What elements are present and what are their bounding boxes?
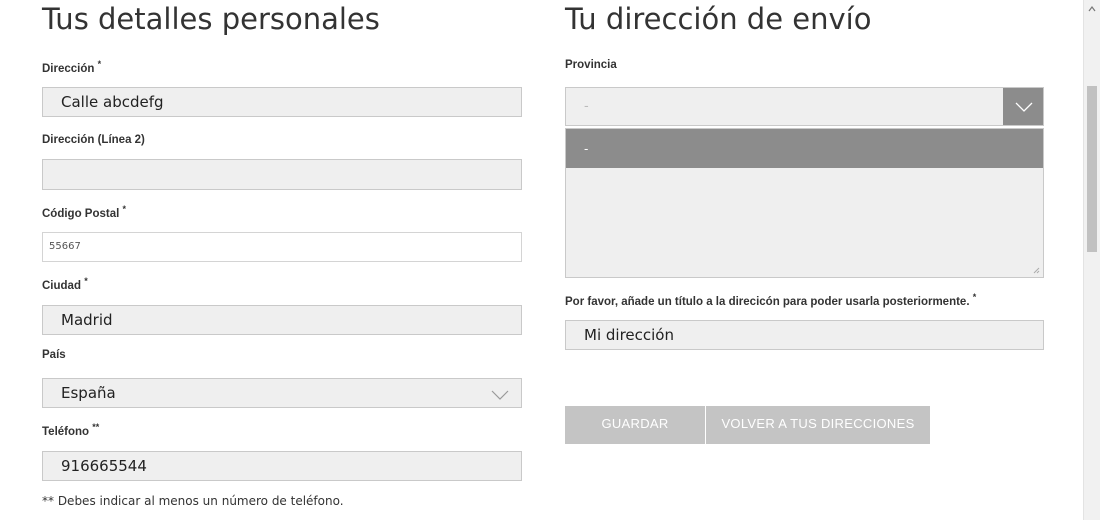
province-select[interactable]: - bbox=[565, 87, 1044, 126]
phone-input[interactable]: 916665544 bbox=[42, 451, 522, 481]
address-title-label-text: Por favor, añade un título a la direcicó… bbox=[565, 295, 970, 308]
phone-label-text: Teléfono bbox=[42, 425, 90, 438]
address-title-label: Por favor, añade un título a la direcicó… bbox=[565, 292, 976, 308]
postal-code-label-text: Código Postal bbox=[42, 207, 120, 220]
address-title-input[interactable]: Mi dirección bbox=[565, 320, 1044, 350]
scroll-up-icon[interactable] bbox=[1088, 6, 1096, 12]
back-to-addresses-button[interactable]: VOLVER A TUS DIRECCIONES bbox=[706, 406, 930, 444]
province-dropdown-list[interactable]: - bbox=[565, 128, 1044, 278]
phone-note: ** Debes indicar al menos un número de t… bbox=[42, 494, 344, 508]
resize-grip-icon[interactable] bbox=[1033, 267, 1040, 274]
province-selected-value: - bbox=[584, 99, 589, 114]
required-mark: * bbox=[97, 59, 102, 69]
personal-details-title: Tus detalles personales bbox=[42, 2, 380, 36]
postal-code-label: Código Postal * bbox=[42, 204, 126, 220]
phone-label: Teléfono ** bbox=[42, 422, 99, 438]
address2-label: Dirección (Línea 2) bbox=[42, 134, 145, 146]
chevron-down-icon bbox=[1015, 102, 1033, 112]
shipping-address-title: Tu dirección de envío bbox=[565, 2, 872, 36]
chevron-down-icon bbox=[491, 390, 509, 400]
required-mark: * bbox=[972, 292, 977, 302]
address2-input[interactable] bbox=[42, 159, 522, 190]
country-select[interactable]: España bbox=[42, 378, 522, 408]
address-label-text: Dirección bbox=[42, 62, 95, 75]
double-required-mark: ** bbox=[92, 422, 100, 432]
address-input[interactable]: Calle abcdefg bbox=[42, 87, 522, 117]
required-mark: * bbox=[84, 276, 88, 286]
postal-code-input[interactable]: 55667 bbox=[42, 232, 522, 262]
city-label: Ciudad * bbox=[42, 276, 88, 292]
province-option[interactable]: - bbox=[566, 129, 1043, 168]
city-label-text: Ciudad bbox=[42, 279, 81, 292]
province-label: Provincia bbox=[565, 59, 617, 71]
scrollbar-thumb[interactable] bbox=[1087, 86, 1097, 252]
country-selected-value: España bbox=[61, 384, 116, 402]
country-label: País bbox=[42, 349, 66, 361]
province-select-arrow-button[interactable] bbox=[1003, 88, 1043, 125]
city-input[interactable]: Madrid bbox=[42, 305, 522, 335]
page-scrollbar[interactable] bbox=[1083, 0, 1100, 520]
required-mark: * bbox=[122, 204, 127, 214]
address-label: Dirección * bbox=[42, 59, 101, 75]
save-button[interactable]: GUARDAR bbox=[565, 406, 705, 444]
